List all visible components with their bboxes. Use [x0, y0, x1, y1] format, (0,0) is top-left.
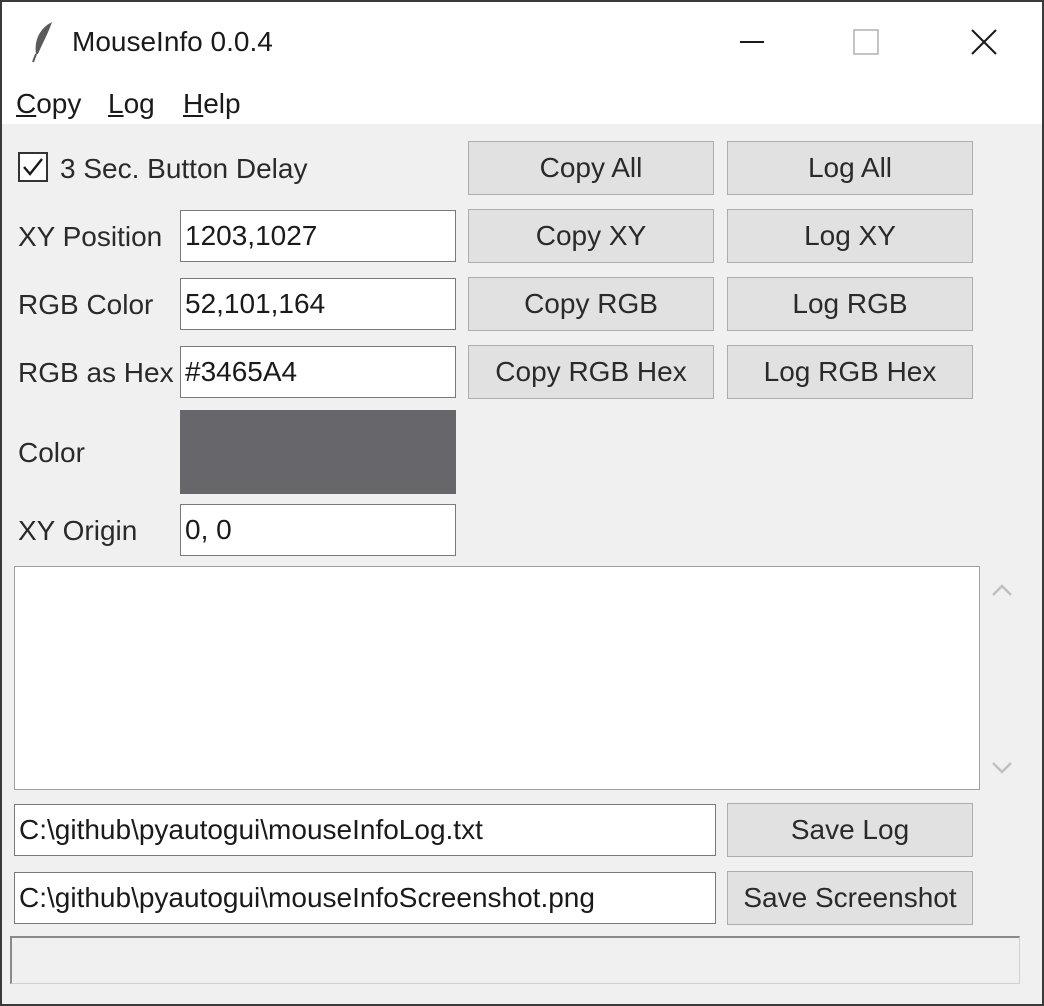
log-rgb-button[interactable]: Log RGB: [727, 277, 973, 331]
rgb-hex-field[interactable]: [180, 346, 456, 398]
rgb-hex-label: RGB as Hex: [18, 357, 174, 388]
menu-log[interactable]: Log: [108, 88, 155, 120]
xy-origin-field[interactable]: [180, 504, 456, 556]
checkmark-icon: [23, 158, 43, 176]
screenshot-file-path-field[interactable]: [14, 872, 716, 924]
minimize-icon: [740, 41, 764, 43]
status-bar: [10, 936, 1020, 984]
log-all-button[interactable]: Log All: [727, 141, 973, 195]
scroll-up-button[interactable]: [988, 580, 1016, 600]
chevron-up-icon: [992, 584, 1012, 596]
save-log-button[interactable]: Save Log: [727, 803, 973, 857]
scroll-down-button[interactable]: [988, 758, 1016, 778]
minimize-button[interactable]: [722, 18, 782, 66]
window-title: MouseInfo 0.0.4: [72, 26, 273, 57]
close-button[interactable]: [954, 18, 1014, 66]
copy-rgb-button[interactable]: Copy RGB: [468, 277, 714, 331]
xy-origin-label: XY Origin: [18, 515, 138, 546]
save-screenshot-button[interactable]: Save Screenshot: [727, 871, 973, 925]
delay-label: 3 Sec. Button Delay: [60, 153, 308, 184]
title-bar: MouseInfo 0.0.4: [2, 2, 1042, 82]
delay-checkbox[interactable]: [18, 152, 48, 182]
chevron-down-icon: [992, 762, 1012, 774]
copy-all-button[interactable]: Copy All: [468, 141, 714, 195]
close-icon: [971, 29, 997, 55]
maximize-icon: [853, 29, 879, 55]
color-swatch: [180, 410, 456, 494]
copy-xy-button[interactable]: Copy XY: [468, 209, 714, 263]
color-label: Color: [18, 437, 85, 468]
menu-copy[interactable]: Copy: [16, 88, 81, 120]
menu-help[interactable]: Help: [183, 88, 241, 120]
menu-bar: Copy Log Help: [2, 82, 1042, 124]
xy-position-field[interactable]: [180, 210, 456, 262]
rgb-color-label: RGB Color: [18, 289, 154, 320]
mouseinfo-window: MouseInfo 0.0.4 Copy Log Help 3 Sec. But: [0, 0, 1044, 1006]
log-xy-button[interactable]: Log XY: [727, 209, 973, 263]
log-textarea[interactable]: [14, 566, 980, 790]
maximize-button[interactable]: [836, 18, 896, 66]
log-file-path-field[interactable]: [14, 804, 716, 856]
feather-icon: [28, 20, 58, 64]
rgb-color-field[interactable]: [180, 278, 456, 330]
xy-position-label: XY Position: [18, 221, 163, 252]
copy-rgb-hex-button[interactable]: Copy RGB Hex: [468, 345, 714, 399]
log-rgb-hex-button[interactable]: Log RGB Hex: [727, 345, 973, 399]
